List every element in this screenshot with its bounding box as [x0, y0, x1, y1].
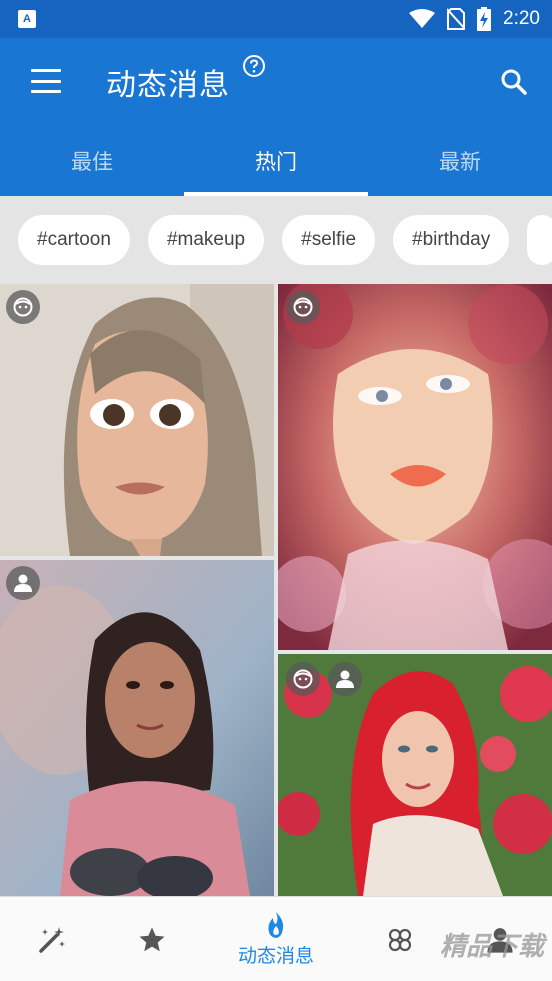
nav-item-favorites[interactable] — [122, 897, 182, 981]
tag-chip-row: #cartoon #makeup #selfie #birthday — [0, 196, 552, 284]
tag-chip-more[interactable] — [527, 215, 552, 265]
face-icon — [286, 662, 320, 696]
magic-wand-icon — [39, 926, 65, 953]
nav-item-profile[interactable] — [470, 897, 530, 981]
nav-item-feed[interactable]: 动态消息 — [222, 897, 330, 981]
person-icon — [487, 927, 513, 953]
tag-chip-selfie[interactable]: #selfie — [282, 215, 376, 265]
tab-bar: 最佳 热门 最新 — [0, 124, 552, 196]
status-time: 2:20 — [503, 8, 540, 29]
person-icon — [6, 566, 40, 600]
status-bar: A 2:20 — [0, 0, 552, 38]
star-icon — [139, 927, 165, 951]
tab-newest[interactable]: 最新 — [368, 124, 552, 196]
photo-floral-portrait[interactable] — [278, 284, 552, 650]
tab-best[interactable]: 最佳 — [0, 124, 184, 196]
tag-chip-cartoon[interactable]: #cartoon — [18, 215, 130, 265]
flame-icon — [268, 912, 284, 938]
photo-girl-double-exposure[interactable] — [0, 560, 274, 896]
photo-image — [0, 560, 274, 896]
app-bar: 动态消息 — [0, 38, 552, 124]
face-icon — [6, 290, 40, 324]
photo-image — [278, 284, 552, 650]
nav-label-feed: 动态消息 — [237, 945, 314, 967]
photo-feed — [0, 284, 552, 896]
tab-popular[interactable]: 热门 — [184, 124, 368, 196]
bottom-nav: 动态消息 — [0, 896, 552, 981]
wifi-icon — [409, 9, 436, 28]
no-sim-icon — [447, 8, 466, 30]
help-icon[interactable] — [242, 54, 266, 78]
photo-cartoon-girl[interactable] — [0, 284, 274, 556]
battery-charging-icon — [477, 7, 492, 31]
nav-item-lucky[interactable] — [370, 897, 430, 981]
search-icon[interactable] — [496, 64, 532, 100]
face-icon — [286, 290, 320, 324]
app-notification-icon: A — [18, 10, 36, 28]
tag-chip-makeup[interactable]: #makeup — [147, 215, 265, 265]
menu-icon[interactable] — [26, 66, 66, 96]
person-icon — [328, 662, 362, 696]
nav-item-effects[interactable] — [22, 897, 82, 981]
photo-image — [0, 284, 274, 556]
photo-image — [278, 654, 552, 896]
tag-chip-birthday[interactable]: #birthday — [393, 215, 510, 265]
clover-icon — [388, 928, 412, 951]
page-title: 动态消息 — [106, 68, 230, 103]
photo-red-hair-woman[interactable] — [278, 654, 552, 896]
